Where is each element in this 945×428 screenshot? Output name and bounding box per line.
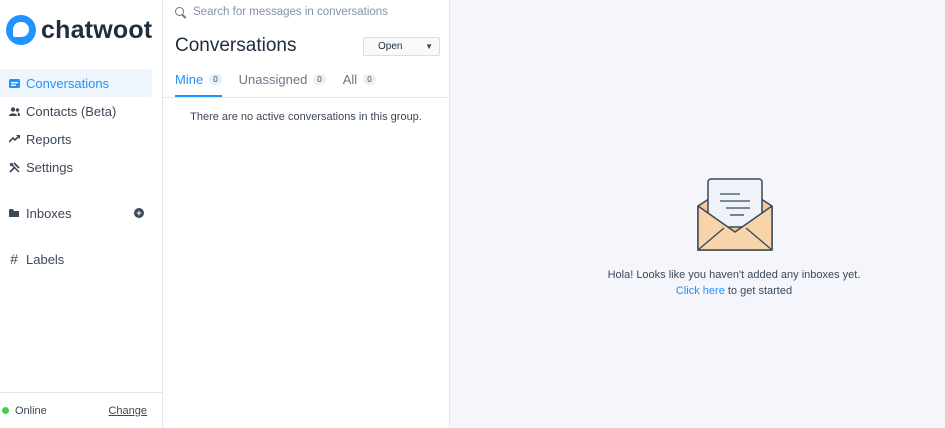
status-filter-value: Open [378, 41, 403, 52]
tabs-divider [163, 97, 449, 98]
conversation-list-panel: Conversations Open ▼ Mine 0 Unassigned 0… [163, 0, 450, 428]
chatwoot-logo[interactable]: chatwoot [6, 14, 152, 46]
sidebar-item-label: Contacts (Beta) [26, 103, 117, 119]
folder-icon [8, 209, 20, 217]
tab-count-badge: 0 [313, 74, 326, 85]
add-inbox-icon[interactable]: + [134, 208, 144, 218]
page-title: Conversations [175, 35, 297, 56]
sidebar-item-label: Settings [26, 159, 73, 175]
tab-count-badge: 0 [209, 74, 222, 85]
tab-label: Mine [175, 72, 204, 87]
tab-mine[interactable]: Mine 0 [175, 63, 222, 97]
logo-text: chatwoot [41, 15, 153, 44]
empty-conversations-text: There are no active conversations in thi… [190, 111, 422, 123]
contacts-icon [8, 106, 20, 116]
sidebar-item-label: Inboxes [26, 205, 72, 221]
sidebar-item-reports[interactable]: Reports [0, 125, 152, 153]
search-input[interactable] [193, 6, 433, 18]
tab-all[interactable]: All 0 [343, 63, 376, 97]
conversations-icon [8, 78, 20, 88]
sidebar-item-label: Labels [26, 251, 65, 267]
chatwoot-logo-icon [6, 15, 36, 45]
primary-nav: Conversations Contacts (Beta) Reports Se… [0, 69, 152, 273]
search-icon [175, 6, 186, 18]
envelope-letter-icon [697, 178, 773, 251]
hash-icon: # [10, 251, 18, 267]
online-dot-icon [2, 407, 9, 414]
change-status-link[interactable]: Change [108, 405, 147, 417]
tab-label: All [342, 72, 358, 87]
tab-count-badge: 0 [363, 74, 376, 85]
chevron-down-icon: ▼ [425, 42, 433, 51]
reports-icon [8, 135, 20, 143]
conversation-tabs: Mine 0 Unassigned 0 All 0 [175, 63, 393, 97]
sidebar-item-label: Reports [26, 131, 72, 147]
sidebar-item-contacts[interactable]: Contacts (Beta) [0, 97, 152, 125]
sidebar-item-settings[interactable]: Settings [0, 153, 152, 181]
inboxes-label-group: Inboxes [8, 206, 72, 221]
no-inboxes-message: Hola! Looks like you haven't added any i… [450, 267, 945, 299]
get-started-link[interactable]: Click here [676, 285, 725, 297]
sidebar: chatwoot Conversations Contacts (Beta) R… [0, 0, 163, 428]
conversation-detail-area: Hola! Looks like you haven't added any i… [450, 0, 945, 428]
tab-unassigned[interactable]: Unassigned 0 [239, 63, 326, 97]
availability-status: Online [2, 405, 47, 417]
settings-icon [8, 161, 20, 173]
status-label: Online [15, 404, 47, 417]
sidebar-item-labels[interactable]: # Labels [0, 245, 152, 273]
availability-footer: Online Change [0, 392, 162, 428]
get-started-suffix: to get started [724, 285, 793, 297]
status-filter-select[interactable]: Open ▼ [363, 37, 440, 56]
sidebar-item-label: Conversations [26, 75, 110, 91]
no-inboxes-text: Hola! Looks like you haven't added any i… [607, 269, 861, 281]
sidebar-item-conversations[interactable]: Conversations [0, 69, 152, 97]
sidebar-item-inboxes[interactable]: Inboxes + [0, 199, 152, 227]
tab-label: Unassigned [238, 72, 308, 87]
search-bar [175, 4, 433, 20]
